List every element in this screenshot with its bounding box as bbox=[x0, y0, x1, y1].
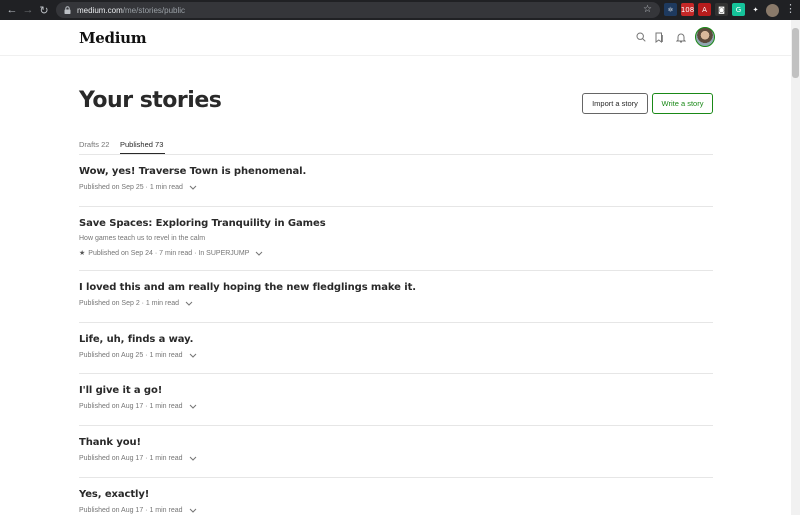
story-meta-text: Published on Sep 24 · 7 min read · In SU… bbox=[88, 249, 250, 257]
story-subtitle: How games teach us to revel in the calm bbox=[79, 235, 206, 242]
chevron-down-icon[interactable] bbox=[189, 456, 197, 461]
story-title[interactable]: I'll give it a go! bbox=[79, 385, 162, 396]
extensions-area: ⚛108A◙G✦≡ bbox=[664, 3, 779, 16]
medium-logo[interactable]: Medium bbox=[79, 29, 147, 47]
page-scrollbar[interactable] bbox=[791, 20, 800, 515]
story-meta: Published on Aug 25 · 1 min read bbox=[79, 352, 197, 359]
story-meta-text: Published on Aug 25 · 1 min read bbox=[79, 352, 183, 359]
url-host: medium.com bbox=[77, 5, 123, 15]
back-icon[interactable]: ← bbox=[4, 2, 20, 18]
story-meta: Published on Sep 2 · 1 min read bbox=[79, 300, 193, 307]
story-meta-text: Published on Aug 17 · 1 min read bbox=[79, 455, 183, 462]
story-meta: Published on Aug 17 · 1 min read bbox=[79, 403, 197, 410]
profile-avatar-icon[interactable] bbox=[766, 4, 779, 17]
story-title[interactable]: Save Spaces: Exploring Tranquility in Ga… bbox=[79, 218, 326, 229]
import-story-button[interactable]: Import a story bbox=[582, 93, 648, 114]
lock-icon bbox=[64, 6, 71, 14]
chevron-down-icon[interactable] bbox=[189, 404, 197, 409]
story-meta: Published on Aug 17 · 1 min read bbox=[79, 507, 197, 514]
reload-icon[interactable]: ↻ bbox=[36, 2, 52, 18]
story-meta-text: Published on Aug 17 · 1 min read bbox=[79, 507, 183, 514]
react-extension-icon[interactable]: ⚛ bbox=[664, 3, 677, 16]
story-meta: Published on Sep 25 · 1 min read bbox=[79, 184, 197, 191]
scrollbar-thumb[interactable] bbox=[792, 28, 799, 78]
story-row[interactable]: Life, uh, finds a way. Published on Aug 2… bbox=[79, 323, 713, 374]
bookmarks-icon[interactable] bbox=[652, 30, 666, 44]
story-row[interactable]: Yes, exactly! Published on Aug 17 · 1 min… bbox=[79, 478, 713, 530]
story-title[interactable]: I loved this and am really hoping the ne… bbox=[79, 282, 416, 293]
browser-menu-icon[interactable]: ⋮ bbox=[785, 2, 796, 15]
address-bar[interactable]: medium.com/me/stories/public ☆ bbox=[56, 2, 660, 18]
url-text: medium.com/me/stories/public bbox=[77, 6, 185, 15]
forward-icon[interactable]: → bbox=[20, 2, 36, 18]
story-title[interactable]: Wow, yes! Traverse Town is phenomenal. bbox=[79, 166, 306, 177]
story-row[interactable]: I'll give it a go! Published on Aug 17 · … bbox=[79, 374, 713, 426]
pdf-extension-icon[interactable]: A bbox=[698, 3, 711, 16]
chevron-down-icon[interactable] bbox=[189, 353, 197, 358]
member-star-icon: ★ bbox=[79, 250, 86, 257]
puzzle-extension-icon[interactable]: ✦ bbox=[749, 3, 762, 16]
story-meta: ★ Published on Sep 24 · 7 min read · In S… bbox=[79, 249, 263, 257]
chevron-down-icon[interactable] bbox=[189, 508, 197, 513]
chevron-down-icon[interactable] bbox=[185, 301, 193, 306]
camera-extension-icon[interactable]: ◙ bbox=[715, 3, 728, 16]
search-icon[interactable] bbox=[634, 30, 648, 44]
story-row[interactable]: Save Spaces: Exploring Tranquility in Ga… bbox=[79, 207, 713, 271]
browser-toolbar: ← → ↻ medium.com/me/stories/public ☆ ⚛ 10… bbox=[0, 0, 800, 20]
story-row[interactable]: I loved this and am really hoping the ne… bbox=[79, 271, 713, 323]
story-meta-text: Published on Sep 2 · 1 min read bbox=[79, 300, 180, 307]
grammarly-extension-icon[interactable]: G bbox=[732, 3, 745, 16]
story-meta: Published on Aug 17 · 1 min read bbox=[79, 455, 197, 462]
tab-drafts[interactable]: Drafts 22 bbox=[79, 140, 109, 149]
story-row[interactable]: Wow, yes! Traverse Town is phenomenal. Pu… bbox=[79, 155, 713, 207]
story-meta-text: Published on Sep 25 · 1 min read bbox=[79, 184, 183, 191]
story-meta-text: Published on Aug 17 · 1 min read bbox=[79, 403, 183, 410]
story-title[interactable]: Thank you! bbox=[79, 437, 141, 448]
badge-extension-icon[interactable]: 108 bbox=[681, 3, 694, 16]
site-header: Medium bbox=[0, 20, 800, 56]
bookmark-star-icon[interactable]: ☆ bbox=[643, 4, 652, 15]
notifications-bell-icon[interactable] bbox=[674, 30, 688, 44]
story-row[interactable]: Thank you! Published on Aug 17 · 1 min re… bbox=[79, 426, 713, 478]
story-title[interactable]: Yes, exactly! bbox=[79, 489, 149, 500]
tab-published[interactable]: Published 73 bbox=[120, 140, 166, 154]
page-title: Your stories bbox=[79, 88, 222, 113]
url-path: /me/stories/public bbox=[122, 5, 186, 15]
user-avatar[interactable] bbox=[695, 27, 715, 47]
chevron-down-icon[interactable] bbox=[255, 251, 263, 256]
write-story-button[interactable]: Write a story bbox=[652, 93, 713, 114]
story-tabs: Drafts 22 Published 73 bbox=[79, 140, 713, 155]
chevron-down-icon[interactable] bbox=[189, 185, 197, 190]
story-title[interactable]: Life, uh, finds a way. bbox=[79, 334, 193, 345]
